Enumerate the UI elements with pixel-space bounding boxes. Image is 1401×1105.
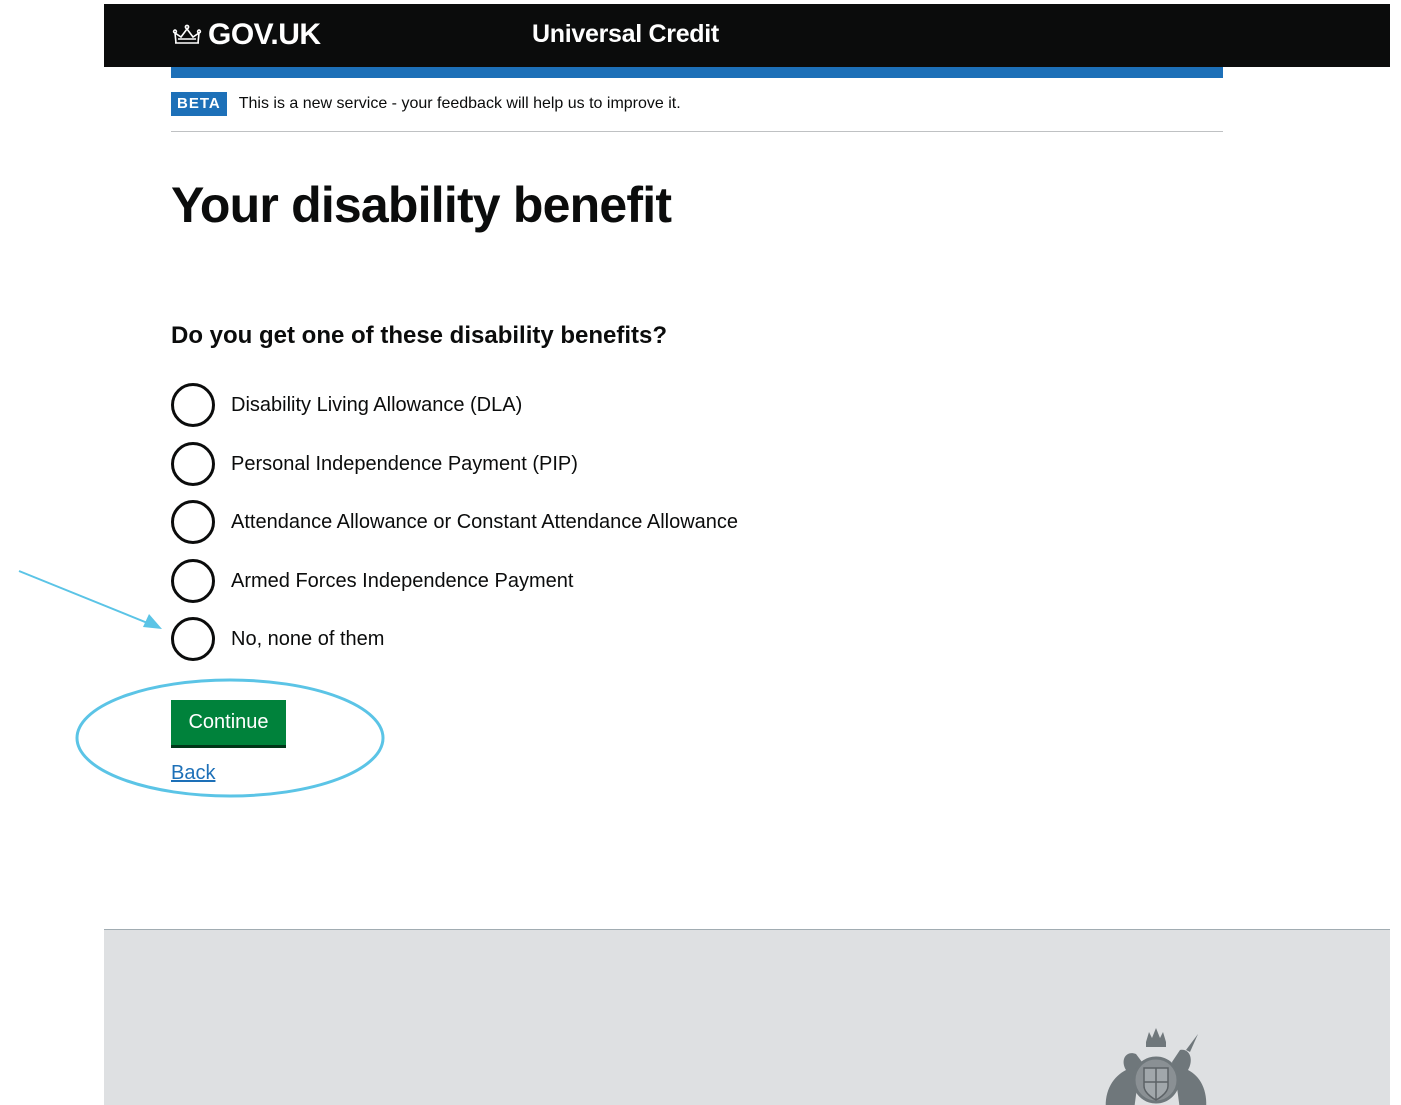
royal-coat-of-arms-icon <box>1105 1028 1207 1105</box>
govuk-logo-link[interactable]: GOV.UK <box>172 18 321 52</box>
continue-button[interactable]: Continue <box>171 700 286 745</box>
page-title: Your disability benefit <box>171 177 672 233</box>
radio-button[interactable] <box>171 617 215 661</box>
site-header: GOV.UK Universal Credit <box>104 4 1390 67</box>
radio-group: Disability Living Allowance (DLA) Person… <box>171 382 738 675</box>
radio-option-armed-forces[interactable]: Armed Forces Independence Payment <box>171 558 738 604</box>
radio-option-pip[interactable]: Personal Independence Payment (PIP) <box>171 441 738 487</box>
radio-label: Armed Forces Independence Payment <box>231 569 574 592</box>
beta-tag: BETA <box>171 92 227 116</box>
phase-banner: BETA This is a new service - your feedba… <box>171 92 1223 132</box>
radio-option-attendance-allowance[interactable]: Attendance Allowance or Constant Attenda… <box>171 499 738 545</box>
radio-button[interactable] <box>171 558 215 603</box>
header-accent-bar <box>171 67 1223 78</box>
radio-label: Disability Living Allowance (DLA) <box>231 394 523 416</box>
radio-label: No, none of them <box>231 628 385 650</box>
back-link[interactable]: Back <box>171 762 215 785</box>
crown-icon <box>172 24 202 44</box>
radio-button[interactable] <box>171 383 215 427</box>
radio-label: Attendance Allowance or Constant Attenda… <box>231 511 739 533</box>
radio-button[interactable] <box>171 500 215 544</box>
radio-button[interactable] <box>171 441 215 486</box>
question-heading: Do you get one of these disability benef… <box>171 322 668 349</box>
service-name-link[interactable]: Universal Credit <box>532 20 719 49</box>
logo-text: GOV.UK <box>208 18 321 51</box>
radio-label: Personal Independence Payment (PIP) <box>231 452 578 475</box>
phase-banner-text: This is a new service - your feedback wi… <box>238 95 681 112</box>
site-footer <box>104 929 1390 1105</box>
radio-option-dla[interactable]: Disability Living Allowance (DLA) <box>171 382 738 428</box>
arrow-annotation <box>18 570 162 629</box>
radio-option-none[interactable]: No, none of them <box>171 616 738 662</box>
